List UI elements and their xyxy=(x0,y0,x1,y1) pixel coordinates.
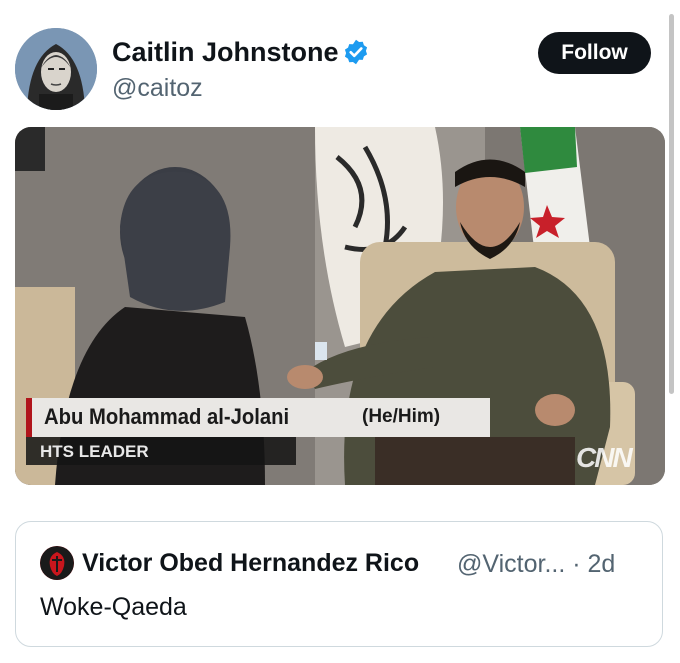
lower-third-title: HTS LEADER xyxy=(40,442,149,461)
lower-third-pronoun: (He/Him) xyxy=(362,406,441,427)
quoted-post-card[interactable]: Victor Obed Hernandez Rico @Victor... · … xyxy=(15,521,663,647)
quoted-post-text: Woke-Qaeda xyxy=(40,593,187,621)
network-logo: CNN xyxy=(576,442,633,473)
author-name[interactable]: Caitlin Johnstone xyxy=(112,37,339,68)
lower-third-nameplate: Abu Mohammad al-Jolani (He/Him) xyxy=(26,398,490,437)
author-handle[interactable]: @caitoz xyxy=(112,74,203,103)
quoted-avatar-icon xyxy=(40,546,74,580)
avatar-illustration xyxy=(15,28,97,110)
scrollbar[interactable] xyxy=(669,14,674,394)
lower-third-subtitle-bar: HTS LEADER xyxy=(26,437,296,465)
author-avatar[interactable] xyxy=(15,28,97,110)
verified-badge-icon xyxy=(344,39,368,65)
lower-third-name: Abu Mohammad al-Jolani xyxy=(44,404,290,429)
follow-button[interactable]: Follow xyxy=(538,32,651,74)
quoted-author-name[interactable]: Victor Obed Hernandez Rico xyxy=(82,549,419,578)
quoted-author-handle-time[interactable]: @Victor... · 2d xyxy=(457,550,615,579)
quoted-author-avatar[interactable] xyxy=(40,546,74,580)
